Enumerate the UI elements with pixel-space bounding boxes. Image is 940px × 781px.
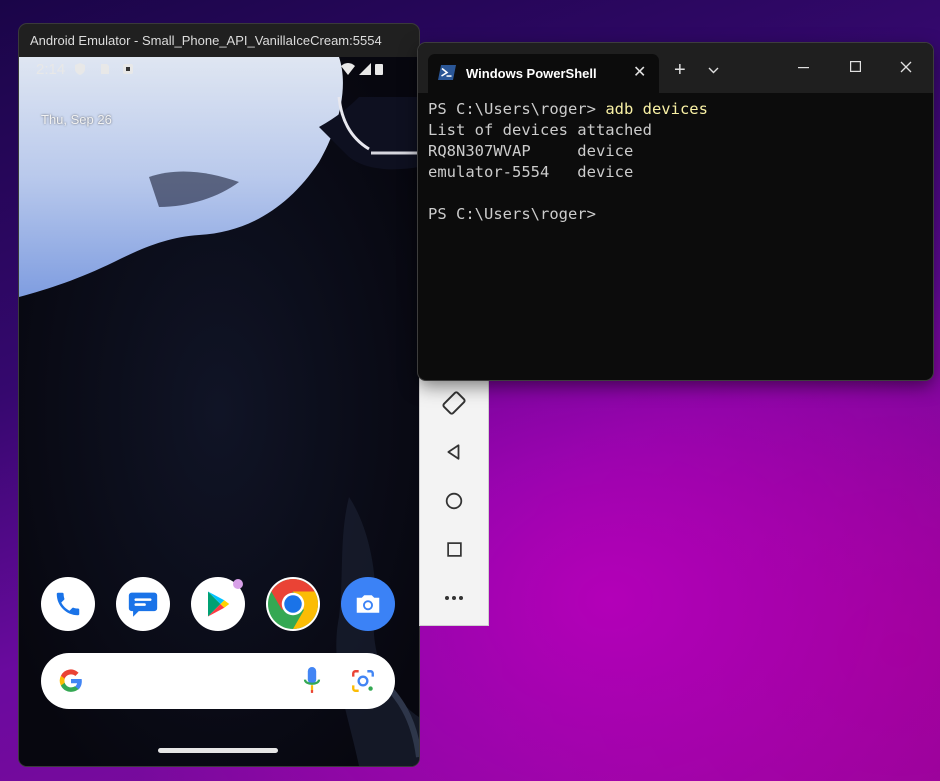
- microphone-icon[interactable]: [303, 667, 321, 695]
- status-bar: 2:14: [19, 57, 419, 83]
- back-icon: [447, 444, 460, 460]
- maximize-icon[interactable]: [850, 61, 861, 72]
- home-icon: [445, 492, 463, 510]
- output-line: emulator-5554 device: [428, 163, 634, 181]
- camera-app[interactable]: [341, 577, 395, 631]
- gesture-nav-pill[interactable]: [158, 748, 278, 753]
- play-store-app[interactable]: [191, 577, 245, 631]
- google-search-bar[interactable]: [41, 653, 395, 709]
- overview-icon: [446, 541, 462, 557]
- back-button[interactable]: [440, 438, 468, 466]
- battery-icon: [375, 64, 383, 75]
- wifi-icon: [341, 63, 355, 75]
- emulator-window: Android Emulator - Small_Phone_API_Vanil…: [19, 24, 419, 766]
- messages-icon: [128, 592, 158, 617]
- overview-button[interactable]: [440, 535, 468, 563]
- output-line: List of devices attached: [428, 121, 652, 139]
- chrome-app[interactable]: [266, 577, 320, 631]
- play-store-icon: [208, 591, 230, 617]
- final-prompt: PS C:\Users\roger>: [428, 205, 596, 223]
- notification-icon: [123, 64, 133, 74]
- lockscreen-date: Thu, Sep 26: [41, 112, 112, 127]
- phone-app[interactable]: [41, 577, 95, 631]
- shield-icon: [75, 63, 85, 75]
- google-lens-icon[interactable]: [350, 668, 376, 694]
- more-button[interactable]: [440, 584, 468, 612]
- terminal-titlebar: Windows PowerShell ✕ +: [418, 43, 933, 93]
- emulator-sidebar: [419, 376, 489, 626]
- command-text: adb devices: [605, 100, 708, 118]
- powershell-icon: [438, 65, 456, 80]
- minimize-icon[interactable]: [798, 67, 809, 69]
- more-icon: [445, 596, 463, 600]
- signal-icon: [359, 63, 371, 75]
- prompt: PS C:\Users\roger>: [428, 100, 606, 118]
- powershell-window: Windows PowerShell ✕ + PS C:\Users\roger…: [418, 43, 933, 380]
- status-time: 2:14: [36, 61, 66, 78]
- messages-app[interactable]: [116, 577, 170, 631]
- app-dock: [19, 577, 419, 637]
- rotate-icon: [442, 391, 466, 415]
- google-g-icon: [59, 669, 82, 692]
- phone-icon: [56, 592, 80, 616]
- close-tab-icon[interactable]: ✕: [633, 62, 646, 82]
- emulator-title: Android Emulator - Small_Phone_API_Vanil…: [30, 33, 382, 48]
- camera-icon: [356, 595, 380, 613]
- terminal-output[interactable]: PS C:\Users\roger> adb devices List of d…: [428, 99, 708, 225]
- sd-card-icon: [101, 64, 109, 74]
- phone-screen[interactable]: 2:14 Thu, Sep 26: [19, 57, 419, 766]
- chevron-down-icon[interactable]: [708, 67, 719, 74]
- close-window-icon[interactable]: [900, 61, 912, 73]
- notification-dot: [233, 579, 243, 589]
- rotate-button[interactable]: [440, 389, 468, 417]
- output-line: RQ8N307WVAP device: [428, 142, 634, 160]
- tab-title: Windows PowerShell: [466, 66, 597, 81]
- new-tab-icon[interactable]: +: [674, 60, 686, 80]
- chrome-icon: [268, 579, 318, 629]
- home-button[interactable]: [440, 487, 468, 515]
- tab-powershell[interactable]: Windows PowerShell ✕: [428, 54, 659, 93]
